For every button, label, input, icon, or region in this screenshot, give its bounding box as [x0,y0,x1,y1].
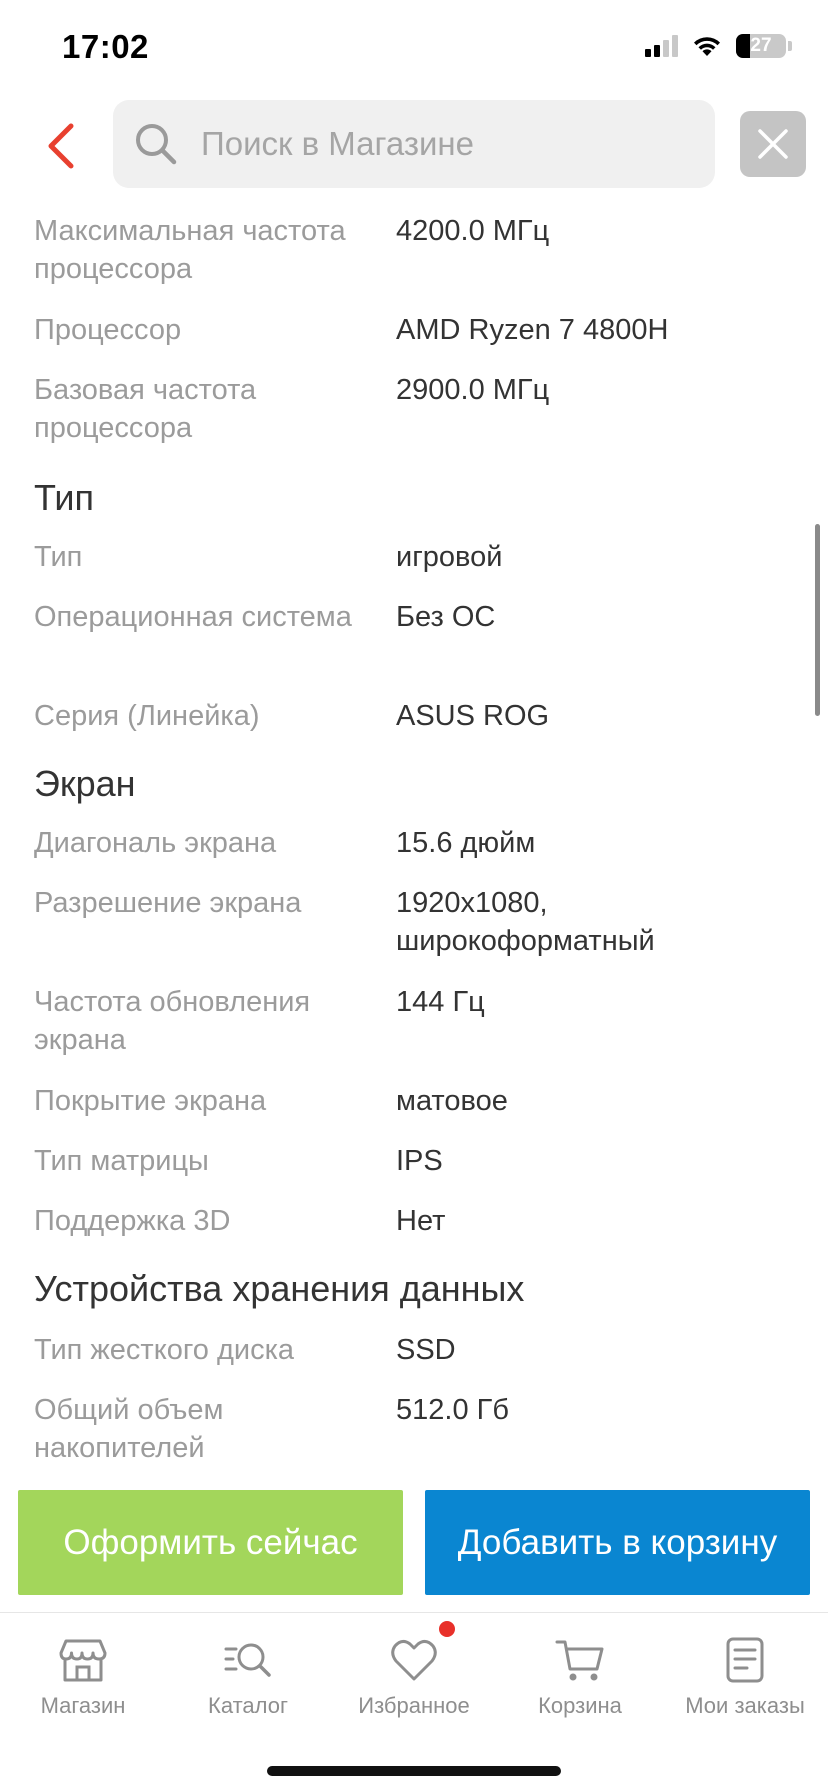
spec-row: Операционная система Без ОС [34,598,794,636]
heart-icon [391,1639,437,1681]
header [0,96,828,200]
tab-shop[interactable]: Магазин [0,1613,166,1733]
spec-value: SSD [396,1334,456,1366]
wifi-icon [694,37,720,56]
spec-row: Максимальная частота процессора 4200.0 М… [34,212,794,288]
close-button[interactable] [740,111,806,177]
spec-value: 144 Гц [396,986,485,1018]
spec-row: Разрешение экрана 1920x1080, широкоформа… [34,884,794,960]
spec-label: Максимальная частота процессора [34,215,346,285]
spec-row: Поддержка 3D Нет [34,1202,794,1240]
spec-value: 512.0 Гб [396,1394,509,1426]
favorites-badge [439,1621,455,1637]
buy-now-button[interactable]: Оформить сейчас [18,1490,403,1595]
spec-row: Базовая частота процессора 2900.0 МГц [34,371,794,447]
catalog-search-icon [224,1643,271,1677]
tab-cart[interactable]: Корзина [497,1613,663,1733]
status-icons: 27 [645,34,792,58]
close-icon [758,129,788,159]
cart-icon [555,1640,604,1681]
spec-label: Операционная система [34,601,352,633]
tab-label: Каталог [208,1693,288,1718]
spec-value: IPS [396,1145,443,1177]
spec-row: Тип жесткого диска SSD [34,1331,794,1369]
add-to-cart-button[interactable]: Добавить в корзину [425,1490,810,1595]
spec-label: Тип матрицы [34,1145,209,1177]
spec-row: Частота обновления экрана 144 Гц [34,983,794,1059]
spec-label: Разрешение экрана [34,887,302,919]
search-box[interactable] [113,100,715,188]
spec-label: Частота обновления экрана [34,986,311,1056]
cellular-signal-icon [645,35,678,57]
spec-label: Серия (Линейка) [34,700,260,732]
battery-level: 27 [750,35,772,56]
tab-orders[interactable]: Мои заказы [662,1613,828,1733]
spec-row: Покрытие экрана матовое [34,1082,794,1120]
spec-value: 2900.0 МГц [396,374,550,406]
spec-label: Базовая частота процессора [34,374,257,444]
spec-row: Процессор AMD Ryzen 7 4800H [34,311,794,349]
back-button[interactable] [40,116,80,176]
search-icon [136,124,177,165]
spec-label: Диагональ экрана [34,827,277,859]
battery-icon: 27 [736,34,786,58]
status-time: 17:02 [62,28,149,65]
section-title-type: Тип [34,477,95,518]
action-bar: Оформить сейчас Добавить в корзину [0,1464,828,1612]
spec-row: Диагональ экрана 15.6 дюйм [34,824,794,862]
spec-value: Нет [396,1205,446,1237]
spec-value: ASUS ROG [396,700,550,732]
spec-value: матовое [396,1085,508,1117]
scrollbar[interactable] [815,524,820,716]
chevron-left-icon [48,123,74,169]
spec-label: Процессор [34,314,182,346]
spec-label: Покрытие экрана [34,1085,267,1117]
spec-label: Тип [34,541,83,573]
spec-row: Тип игровой [34,538,794,576]
tab-label: Корзина [538,1693,622,1718]
spec-value: игровой [396,541,503,573]
status-bar: 17:02 27 [0,0,828,96]
specifications-list: Максимальная частота процессора 4200.0 М… [0,200,828,1464]
shop-icon [59,1639,107,1682]
spec-value: AMD Ryzen 7 4800H [396,314,669,346]
spec-label: Поддержка 3D [34,1205,231,1237]
section-title-storage: Устройства хранения данных [34,1268,525,1309]
home-indicator[interactable] [267,1766,561,1776]
tab-bar: Магазин Каталог Избранное Корзина Мои за… [0,1612,828,1792]
spec-row: Серия (Линейка) ASUS ROG [34,697,794,735]
spec-label: Тип жесткого диска [34,1334,295,1366]
tab-label: Избранное [358,1693,470,1718]
spec-row: Общий объем накопителей 512.0 Гб [34,1391,794,1464]
tab-favorites[interactable]: Избранное [331,1613,497,1733]
spec-value: Без ОС [396,601,496,633]
spec-value: 15.6 дюйм [396,827,536,859]
search-input[interactable] [201,125,681,163]
spec-label: Общий объем накопителей [34,1394,224,1464]
spec-value: 1920x1080, широкоформатный [396,887,655,957]
orders-icon [726,1637,764,1683]
spec-value: 4200.0 МГц [396,215,550,247]
tab-label: Мои заказы [685,1693,805,1718]
heart-icon-wrapper [389,1621,455,1685]
section-title-screen: Экран [34,763,136,804]
tab-catalog[interactable]: Каталог [165,1613,331,1733]
spec-row: Тип матрицы IPS [34,1142,794,1180]
tab-label: Магазин [40,1693,126,1718]
